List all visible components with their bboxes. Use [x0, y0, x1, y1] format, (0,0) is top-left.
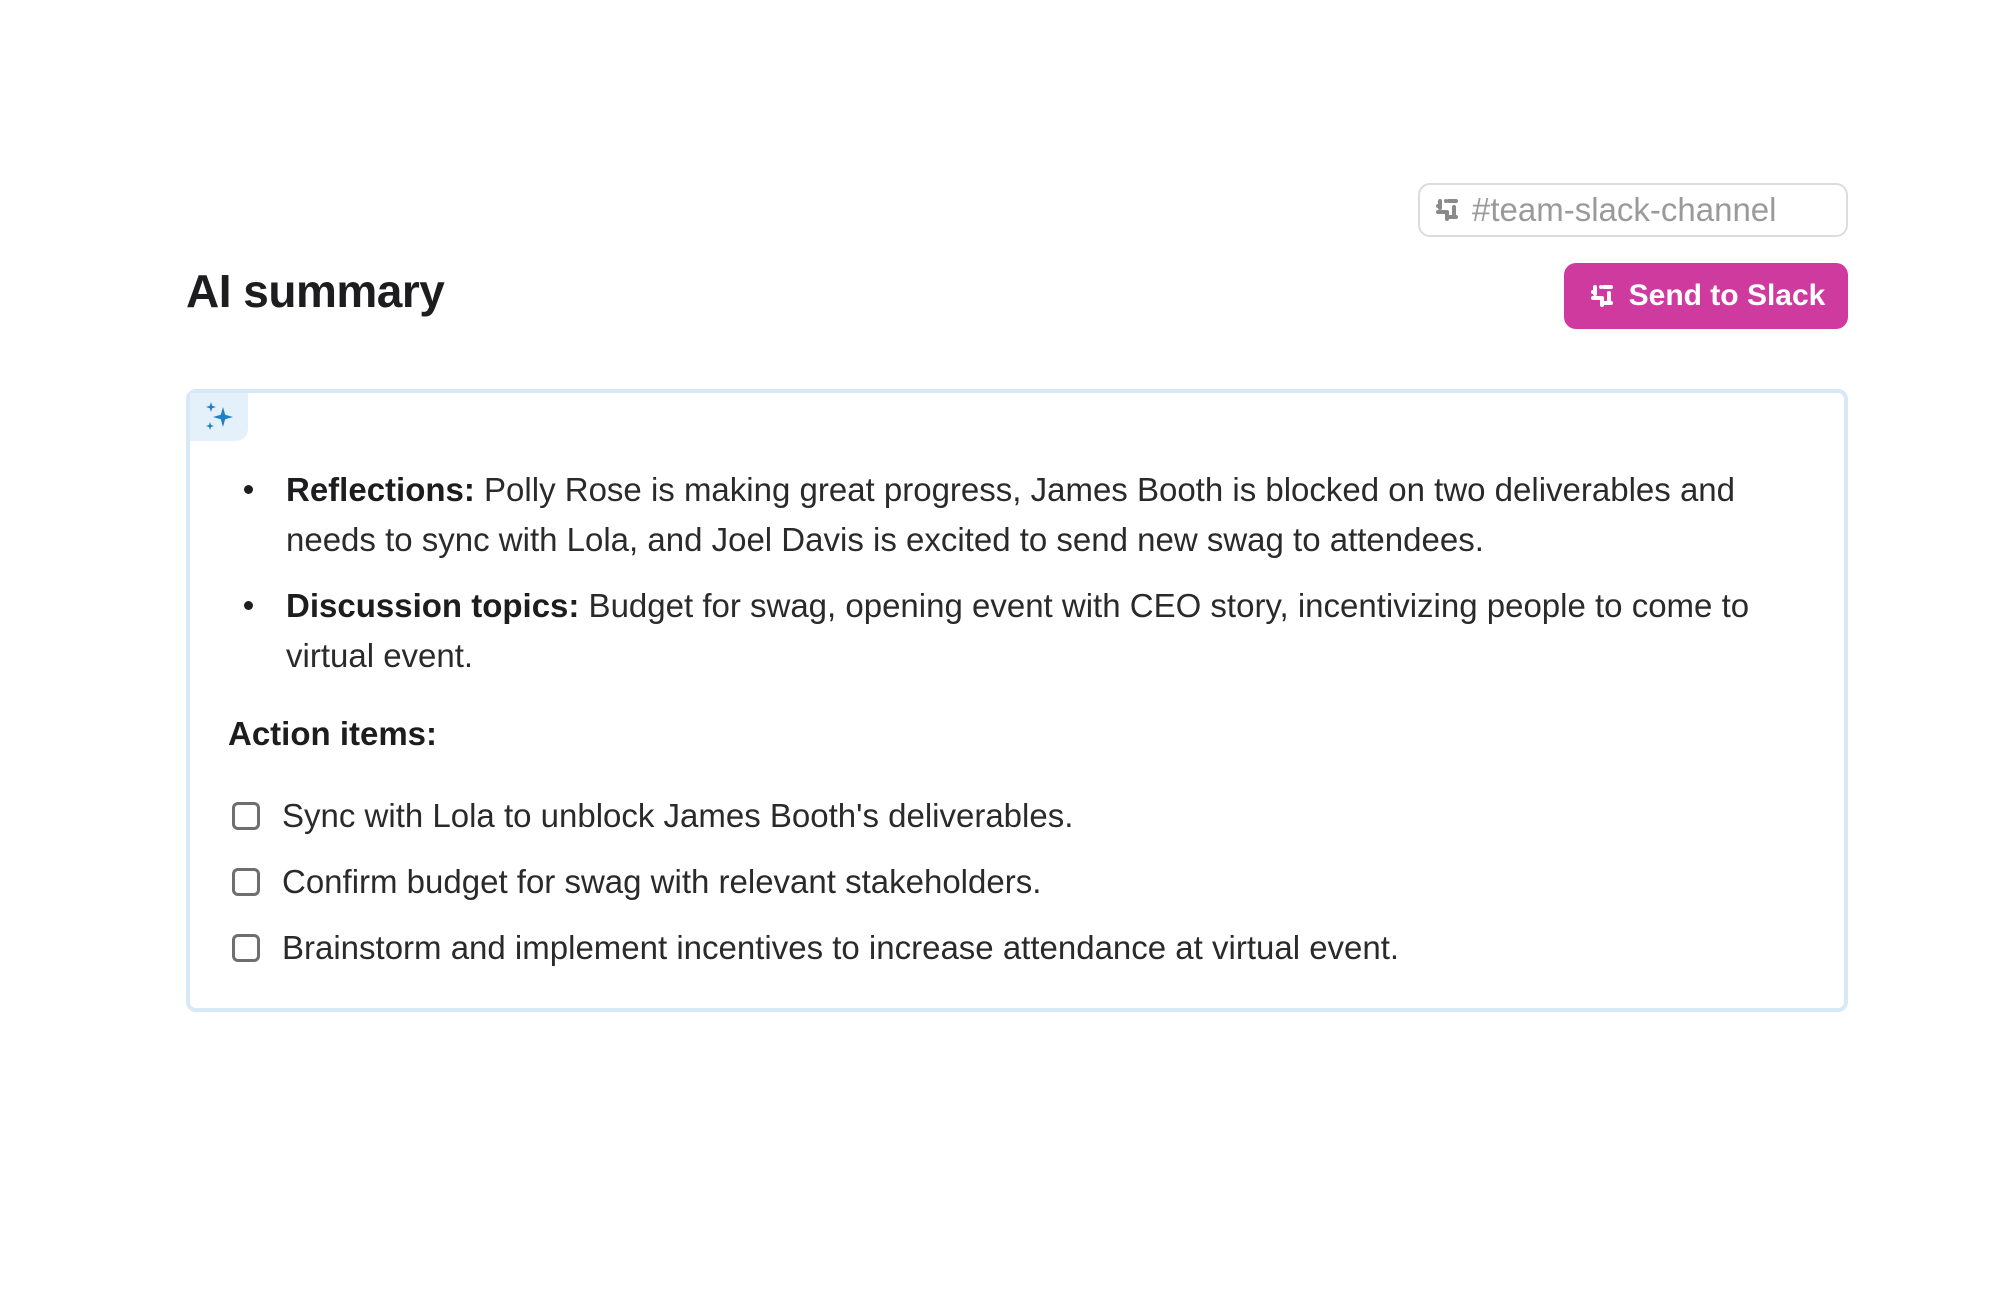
action-items-heading: Action items:	[228, 715, 438, 752]
action-items-list: Sync with Lola to unblock James Booth's …	[232, 783, 1399, 981]
sparkles-icon	[206, 402, 233, 430]
action-item-text: Brainstorm and implement incentives to i…	[282, 929, 1400, 966]
ai-summary-panel: Reflections: Polly Rose is making great …	[186, 389, 1848, 1012]
list-item: Reflections: Polly Rose is making great …	[242, 465, 1802, 565]
sparkle-badge	[190, 393, 248, 441]
page-title: AI summary	[186, 265, 445, 317]
action-item-text: Sync with Lola to unblock James Booth's …	[282, 797, 1074, 834]
action-item-checkbox[interactable]	[232, 802, 260, 830]
slack-channel-input[interactable]	[1472, 191, 1832, 229]
slack-icon	[1436, 199, 1458, 221]
bullet-label: Reflections:	[286, 471, 475, 508]
bullet-label: Discussion topics:	[286, 587, 580, 624]
summary-bullets: Reflections: Polly Rose is making great …	[242, 465, 1802, 697]
action-item: Confirm budget for swag with relevant st…	[232, 849, 1399, 915]
send-button-label: Send to Slack	[1628, 279, 1826, 312]
bullet-text: Polly Rose is making great progress, Jam…	[286, 471, 1736, 558]
action-item-checkbox[interactable]	[232, 934, 260, 962]
bullet-dot	[244, 601, 253, 610]
slack-channel-field[interactable]	[1418, 183, 1848, 237]
slack-icon	[1590, 285, 1613, 307]
bullet-dot	[244, 485, 253, 494]
action-item: Sync with Lola to unblock James Booth's …	[232, 783, 1399, 849]
action-item: Brainstorm and implement incentives to i…	[232, 915, 1399, 981]
list-item: Discussion topics: Budget for swag, open…	[242, 581, 1802, 681]
action-item-text: Confirm budget for swag with relevant st…	[282, 863, 1042, 900]
action-item-checkbox[interactable]	[232, 868, 260, 896]
send-to-slack-button[interactable]: Send to Slack	[1564, 263, 1848, 329]
